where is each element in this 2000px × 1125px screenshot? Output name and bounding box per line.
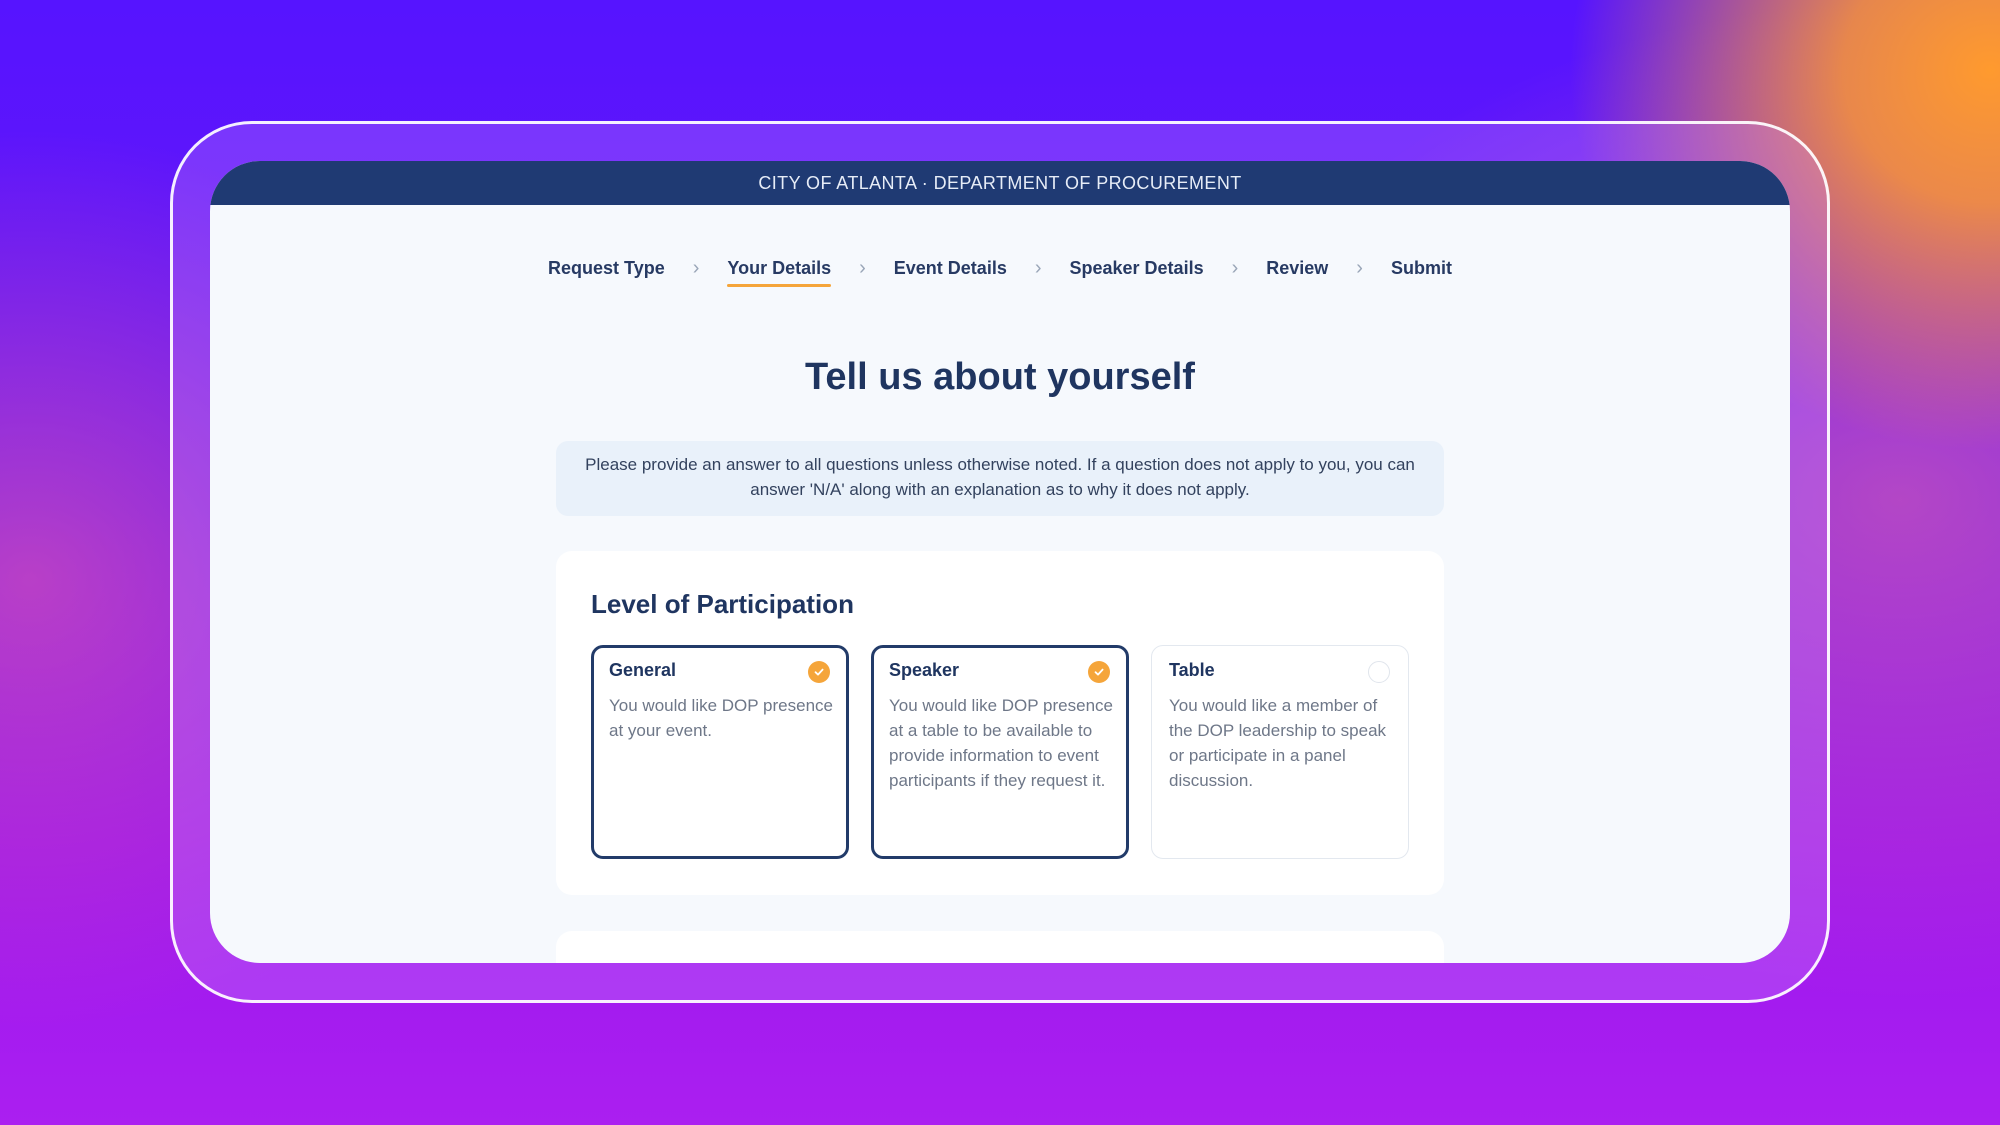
check-circle-icon [808, 661, 830, 683]
instructions-notice: Please provide an answer to all question… [556, 441, 1444, 516]
participation-title: Level of Participation [591, 589, 854, 619]
step-event-details[interactable]: Event Details [894, 258, 1007, 287]
chevron-right-icon: › [1034, 257, 1042, 279]
empty-circle-icon [1368, 661, 1390, 683]
option-table[interactable]: Table You would like a member of the DOP… [1151, 645, 1409, 859]
next-section-card [556, 931, 1444, 963]
app-screen: CITY OF ATLANTA · DEPARTMENT OF PROCUREM… [210, 161, 1790, 963]
chevron-right-icon: › [1231, 257, 1239, 279]
header-title: CITY OF ATLANTA · DEPARTMENT OF PROCUREM… [758, 172, 1242, 193]
department-header: CITY OF ATLANTA · DEPARTMENT OF PROCUREM… [210, 161, 1790, 205]
progress-steps: Request Type › Your Details › Event Deta… [210, 257, 1790, 288]
step-request-type[interactable]: Request Type [548, 258, 665, 287]
participation-card: Level of Participation General You would… [556, 551, 1444, 895]
option-description: You would like DOP presence at a table t… [889, 696, 1113, 790]
step-review[interactable]: Review [1266, 258, 1328, 287]
chevron-right-icon: › [692, 257, 700, 279]
step-submit[interactable]: Submit [1391, 258, 1452, 287]
option-title: Table [1169, 660, 1215, 680]
check-circle-icon [1088, 661, 1110, 683]
chevron-right-icon: › [859, 257, 866, 279]
option-title: General [609, 660, 677, 680]
page-title: Tell us about yourself [805, 356, 1195, 398]
option-speaker[interactable]: Speaker You would like DOP presence at a… [871, 645, 1129, 859]
option-general[interactable]: General You would like DOP presence at y… [591, 645, 849, 859]
option-title: Speaker [889, 660, 960, 680]
step-your-details[interactable]: Your Details [727, 258, 831, 287]
step-speaker-details[interactable]: Speaker Details [1070, 258, 1204, 287]
participation-options: General You would like DOP presence at y… [591, 645, 1409, 859]
chevron-right-icon: › [1356, 257, 1363, 279]
option-description: You would like DOP presence at your even… [609, 696, 833, 740]
option-description: You would like a member of the DOP leade… [1169, 696, 1387, 790]
